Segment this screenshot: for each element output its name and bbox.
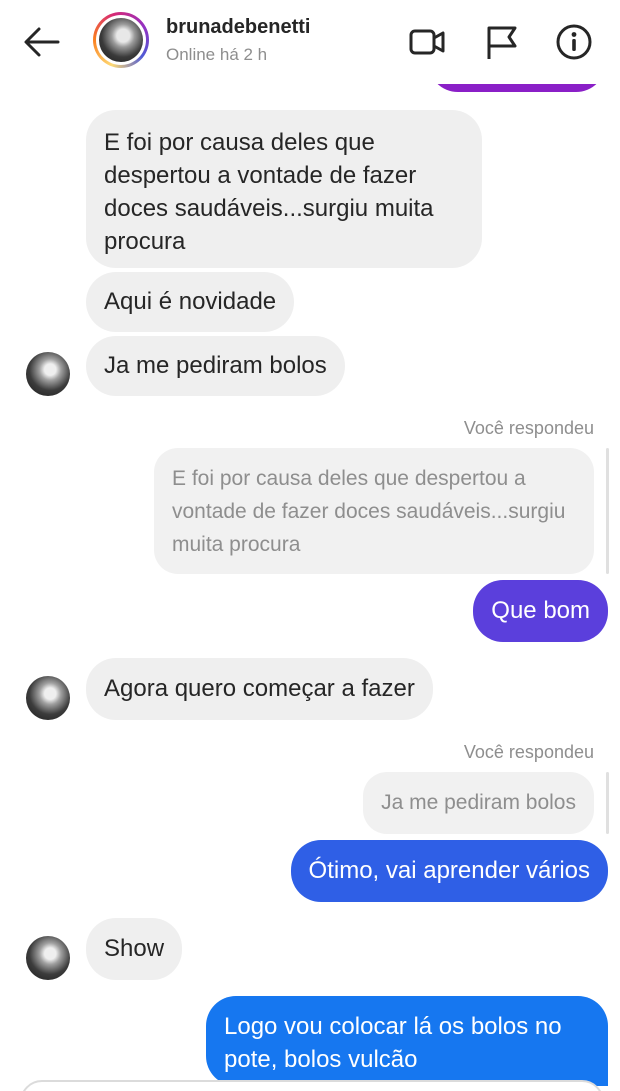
reply-label: Você respondeu: [463, 742, 594, 762]
received-message[interactable]: Ja me pediram bolos: [86, 336, 345, 396]
received-message[interactable]: Agora quero começar a fazer: [86, 658, 433, 720]
received-message[interactable]: E foi por causa deles que despertou a vo…: [86, 110, 482, 268]
message-text: E foi por causa deles que despertou a vo…: [104, 129, 434, 255]
chat-header: brunadebenetti Online há 2 h: [0, 0, 620, 84]
reply-indicator-bar: [606, 448, 609, 574]
sender-avatar[interactable]: [26, 676, 70, 720]
flag-icon: [487, 26, 517, 59]
quoted-text: Ja me pediram bolos: [381, 791, 576, 814]
info-icon: [556, 24, 592, 60]
sent-message[interactable]: Que bom: [473, 580, 608, 642]
online-status: Online há 2 h: [166, 45, 268, 64]
message-text: Ótimo, vai aprender vários: [308, 857, 590, 884]
back-button[interactable]: [22, 24, 62, 60]
message-text: Logo vou colocar lá os bolos no pote, bo…: [224, 1013, 562, 1073]
reply-label: Você respondeu: [463, 418, 594, 438]
received-message[interactable]: Show: [86, 918, 183, 980]
sender-avatar[interactable]: [26, 936, 70, 980]
report-button[interactable]: [482, 22, 522, 62]
quoted-message[interactable]: E foi por causa deles que despertou a vo…: [154, 448, 594, 574]
info-button[interactable]: [554, 22, 594, 62]
video-call-button[interactable]: [408, 22, 448, 62]
profile-avatar[interactable]: [93, 12, 149, 68]
message-text: Ja me pediram bolos: [104, 352, 327, 379]
message-text: Que bom: [491, 597, 590, 624]
sent-message[interactable]: Ótimo, vai aprender vários: [290, 840, 608, 902]
back-arrow-icon: [24, 27, 60, 57]
sent-message[interactable]: Logo vou colocar lá os bolos no pote, bo…: [206, 996, 608, 1086]
username[interactable]: brunadebenetti: [166, 16, 310, 39]
dm-screen: brunadebenetti Online há 2 h E foi por c…: [0, 0, 620, 1091]
quoted-text: E foi por causa deles que despertou a vo…: [172, 467, 566, 556]
profile-photo: [99, 18, 143, 62]
message-composer[interactable]: [20, 1080, 604, 1091]
message-text: Show: [104, 935, 165, 962]
quoted-message[interactable]: Ja me pediram bolos: [363, 772, 594, 834]
reply-indicator-bar: [606, 772, 609, 834]
message-text: Agora quero começar a fazer: [104, 675, 415, 702]
received-message[interactable]: Aqui é novidade: [86, 272, 295, 332]
sender-avatar[interactable]: [26, 352, 70, 396]
message-text: Aqui é novidade: [104, 288, 277, 315]
video-call-icon: [409, 29, 445, 55]
